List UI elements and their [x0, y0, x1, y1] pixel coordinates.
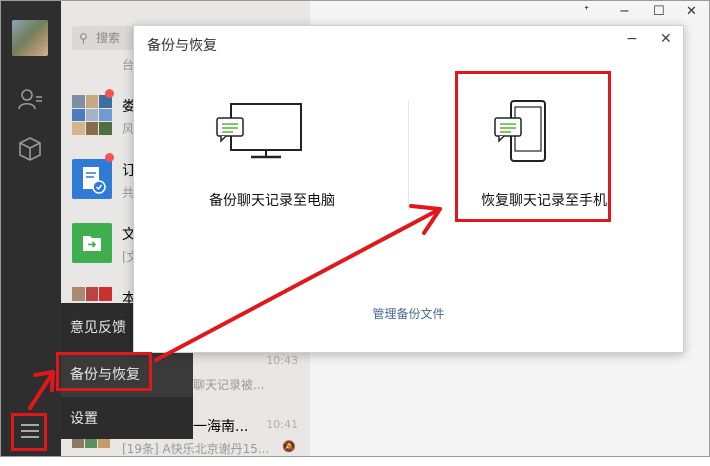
- annotation-arrows: [28, 204, 442, 410]
